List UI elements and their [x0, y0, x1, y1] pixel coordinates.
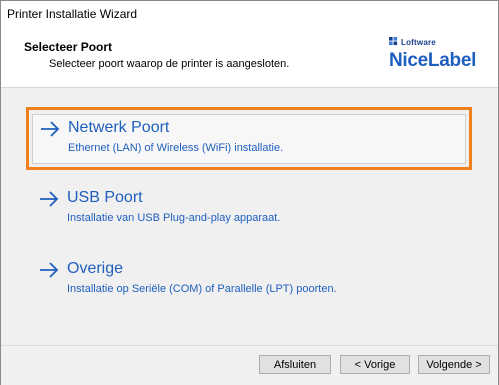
option-label: Overige	[67, 260, 124, 277]
option-label: Netwerk Poort	[68, 119, 170, 136]
option-description: Installatie van USB Plug-and-play appara…	[67, 212, 281, 224]
options-panel: Netwerk Poort Ethernet (LAN) of Wireless…	[1, 87, 498, 346]
arrow-right-icon	[40, 191, 59, 207]
close-button[interactable]: Afsluiten	[259, 355, 331, 374]
option-other-port[interactable]: Overige Installatie op Seriële (COM) of …	[32, 256, 466, 306]
page-title: Selecteer Poort	[24, 40, 113, 54]
back-button[interactable]: < Vorige	[340, 355, 410, 374]
wizard-window: Printer Installatie Wizard Selecteer Poo…	[0, 0, 499, 385]
wizard-header: Selecteer Poort Selecteer poort waarop d…	[1, 29, 498, 87]
logo-top-text: Loftware	[401, 38, 436, 47]
nicelabel-logo: Loftware NiceLabel	[389, 37, 489, 77]
option-description: Installatie op Seriële (COM) of Parallel…	[67, 283, 337, 295]
window-title: Printer Installatie Wizard	[7, 7, 138, 21]
option-network-port[interactable]: Netwerk Poort Ethernet (LAN) of Wireless…	[32, 114, 466, 164]
logo-main-text: NiceLabel	[389, 50, 477, 71]
wizard-footer: Afsluiten < Vorige Volgende >	[1, 345, 498, 385]
option-description: Ethernet (LAN) of Wireless (WiFi) instal…	[68, 142, 284, 154]
loftware-logo: Loftware	[389, 37, 436, 50]
option-usb-port[interactable]: USB Poort Installatie van USB Plug-and-p…	[32, 185, 466, 235]
next-button[interactable]: Volgende >	[418, 355, 490, 374]
arrow-right-icon	[40, 262, 59, 278]
title-bar: Printer Installatie Wizard	[1, 1, 498, 29]
page-subtitle: Selecteer poort waarop de printer is aan…	[49, 58, 290, 70]
loftware-logo-icon	[389, 37, 398, 46]
option-label: USB Poort	[67, 189, 143, 206]
arrow-right-icon	[41, 121, 60, 137]
